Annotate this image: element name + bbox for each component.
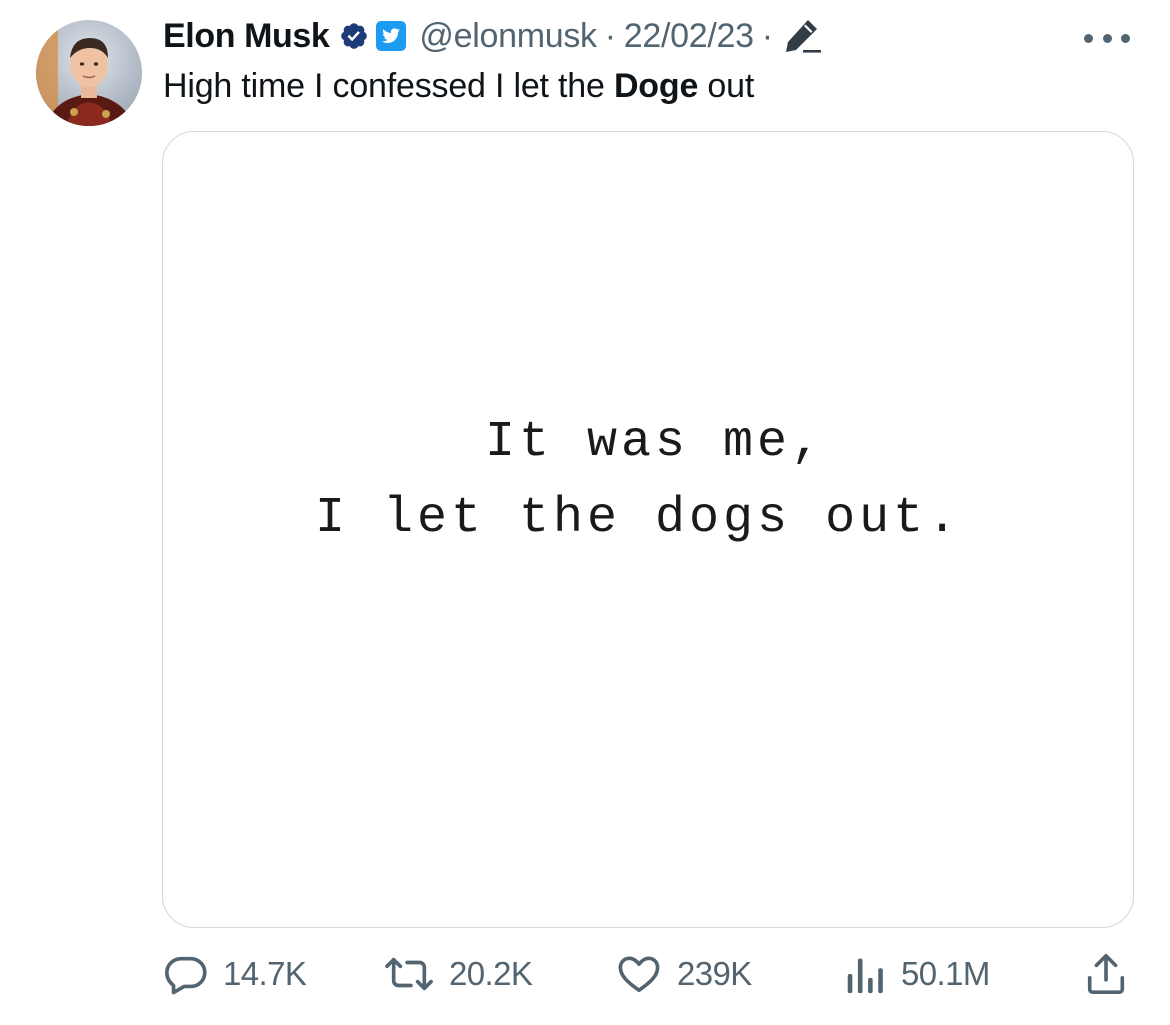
separator-dot: · — [761, 16, 773, 55]
views-chart-icon — [843, 951, 887, 997]
retweet-icon — [383, 951, 435, 997]
author-handle[interactable]: @elonmusk — [419, 17, 597, 55]
media-text-line: It was me, — [485, 414, 826, 471]
display-name[interactable]: Elon Musk — [163, 17, 330, 56]
views-count: 50.1M — [901, 955, 990, 992]
tweet-text-part: High time I confessed I let the — [163, 67, 614, 105]
heart-icon — [615, 951, 663, 997]
avatar[interactable] — [36, 20, 142, 126]
reply-icon — [163, 951, 209, 997]
retweet-count: 20.2K — [449, 955, 533, 992]
reply-count: 14.7K — [223, 955, 307, 992]
verified-badge-icon[interactable] — [339, 21, 369, 51]
tweet-media-image[interactable]: It was me, I let the dogs out. — [162, 131, 1134, 928]
tweet-text-bold: Doge — [613, 67, 699, 105]
tweet-meta: @elonmusk · 22/02/23 · — [419, 17, 780, 56]
more-dots-icon[interactable] — [1082, 26, 1132, 50]
like-count: 239K — [677, 955, 752, 992]
edit-pencil-icon[interactable] — [781, 16, 825, 56]
retweet-button[interactable]: 20.2K — [383, 944, 533, 1004]
tweet: Elon Musk @elonmusk · 22/02/23 · High ti… — [0, 0, 1170, 1025]
tweet-date[interactable]: 22/02/23 — [624, 17, 754, 55]
views-button[interactable]: 50.1M — [843, 944, 990, 1004]
tweet-text: High time I confessed I let the Doge out — [163, 64, 754, 108]
share-button[interactable] — [1083, 944, 1129, 1004]
action-bar: 14.7K 20.2K 239K 50.1M — [163, 944, 1138, 1004]
separator-dot: · — [604, 16, 616, 55]
twitter-bird-icon[interactable] — [375, 20, 407, 52]
reply-button[interactable]: 14.7K — [163, 944, 307, 1004]
tweet-text-part: out — [698, 67, 755, 105]
share-icon — [1083, 951, 1129, 997]
like-button[interactable]: 239K — [615, 944, 752, 1004]
tweet-header: Elon Musk @elonmusk · 22/02/23 · — [163, 14, 825, 58]
media-text-line: I let the dogs out. — [315, 490, 962, 547]
